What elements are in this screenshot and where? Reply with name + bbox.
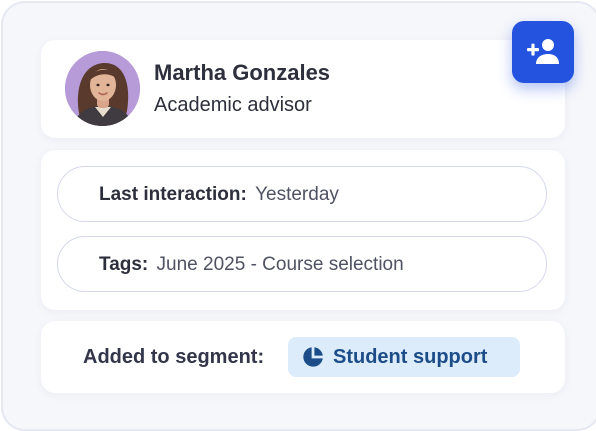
profile-card: Martha Gonzales Academic advisor [41, 40, 565, 138]
segment-label: Added to segment: [83, 346, 265, 368]
contact-name: Martha Gonzales [154, 60, 331, 85]
avatar [65, 51, 140, 126]
details-card: Last interaction: Yesterday Tags: June 2… [41, 150, 565, 310]
segment-chip-label: Student support [333, 346, 488, 368]
person-add-icon [527, 39, 559, 64]
tags-value: June 2025 - Course selection [156, 254, 404, 275]
segment-card: Added to segment: Student support [41, 321, 565, 393]
last-interaction-value: Yesterday [255, 184, 339, 205]
segment-chip[interactable]: Student support [288, 337, 520, 377]
tags-label: Tags: [99, 254, 149, 275]
tags-field: Tags: June 2025 - Course selection [57, 236, 547, 292]
add-contact-button[interactable] [512, 21, 574, 83]
last-interaction-label: Last interaction: [99, 184, 247, 205]
contact-role: Academic advisor [154, 94, 312, 116]
avatar-portrait [65, 51, 140, 126]
last-interaction-field: Last interaction: Yesterday [57, 166, 547, 222]
pie-chart-icon [303, 347, 323, 367]
contact-panel: Martha Gonzales Academic advisor Last in… [1, 1, 596, 431]
